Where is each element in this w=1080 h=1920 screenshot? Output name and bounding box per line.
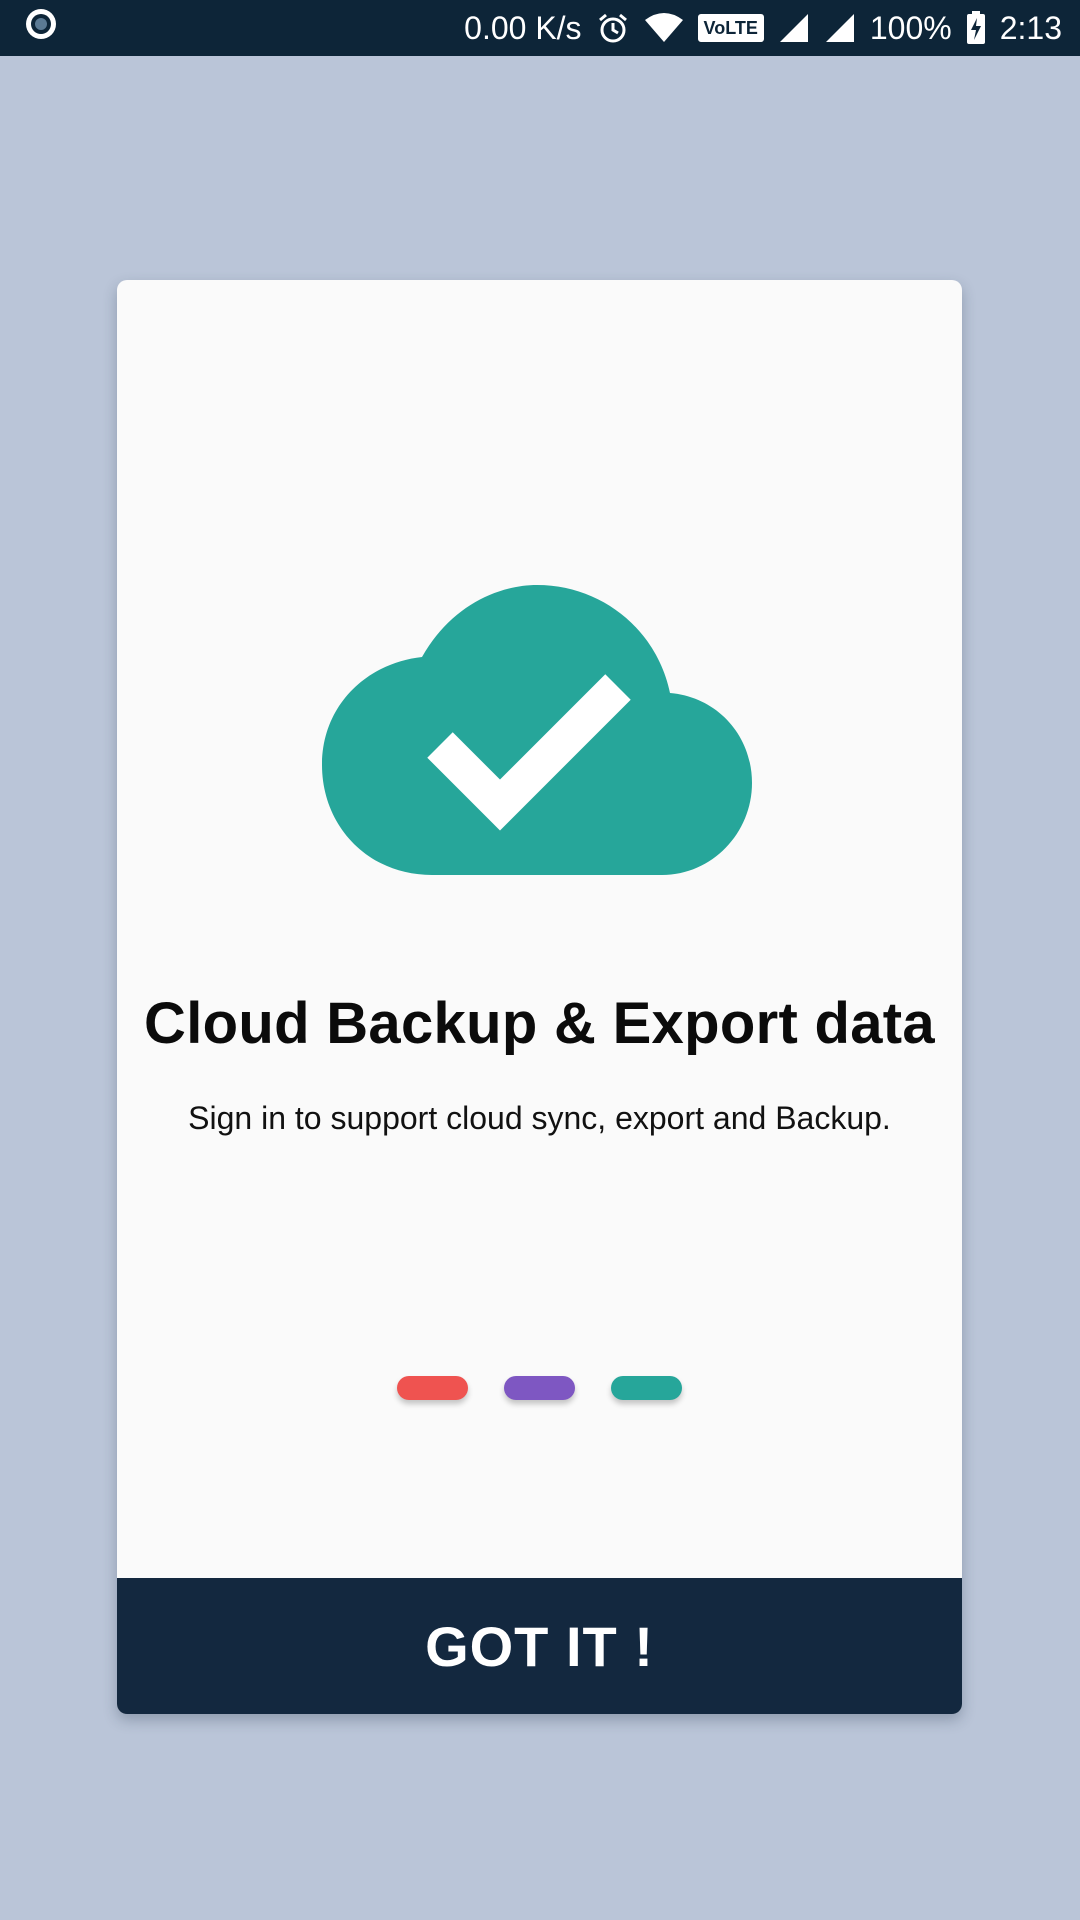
battery-charging-icon xyxy=(966,11,986,45)
battery-percent: 100% xyxy=(869,9,952,46)
dialog-subtitle: Sign in to support cloud sync, export an… xyxy=(188,1100,891,1136)
dialog-title: Cloud Backup & Export data xyxy=(144,991,935,1056)
page-indicator xyxy=(117,1376,962,1400)
volte-badge: VoLTE xyxy=(697,14,764,42)
status-bar: 0.00 K/s VoLTE 100% 2:13 xyxy=(0,0,1080,56)
signal-icon xyxy=(778,12,810,44)
got-it-button[interactable]: GOT IT ! xyxy=(117,1578,962,1714)
page-indicator-dot-1 xyxy=(397,1376,468,1400)
clock: 2:13 xyxy=(999,9,1062,46)
alarm-icon xyxy=(596,11,630,45)
page-indicator-dot-3 xyxy=(611,1376,682,1400)
network-speed: 0.00 K/s xyxy=(464,9,582,46)
cloud-check-icon xyxy=(322,585,752,875)
wifi-icon xyxy=(644,12,684,44)
page-indicator-dot-2 xyxy=(504,1376,575,1400)
notification-app-icon xyxy=(24,7,58,49)
onboarding-dialog: Cloud Backup & Export data Sign in to su… xyxy=(117,280,962,1714)
signal-icon-2 xyxy=(824,12,856,44)
